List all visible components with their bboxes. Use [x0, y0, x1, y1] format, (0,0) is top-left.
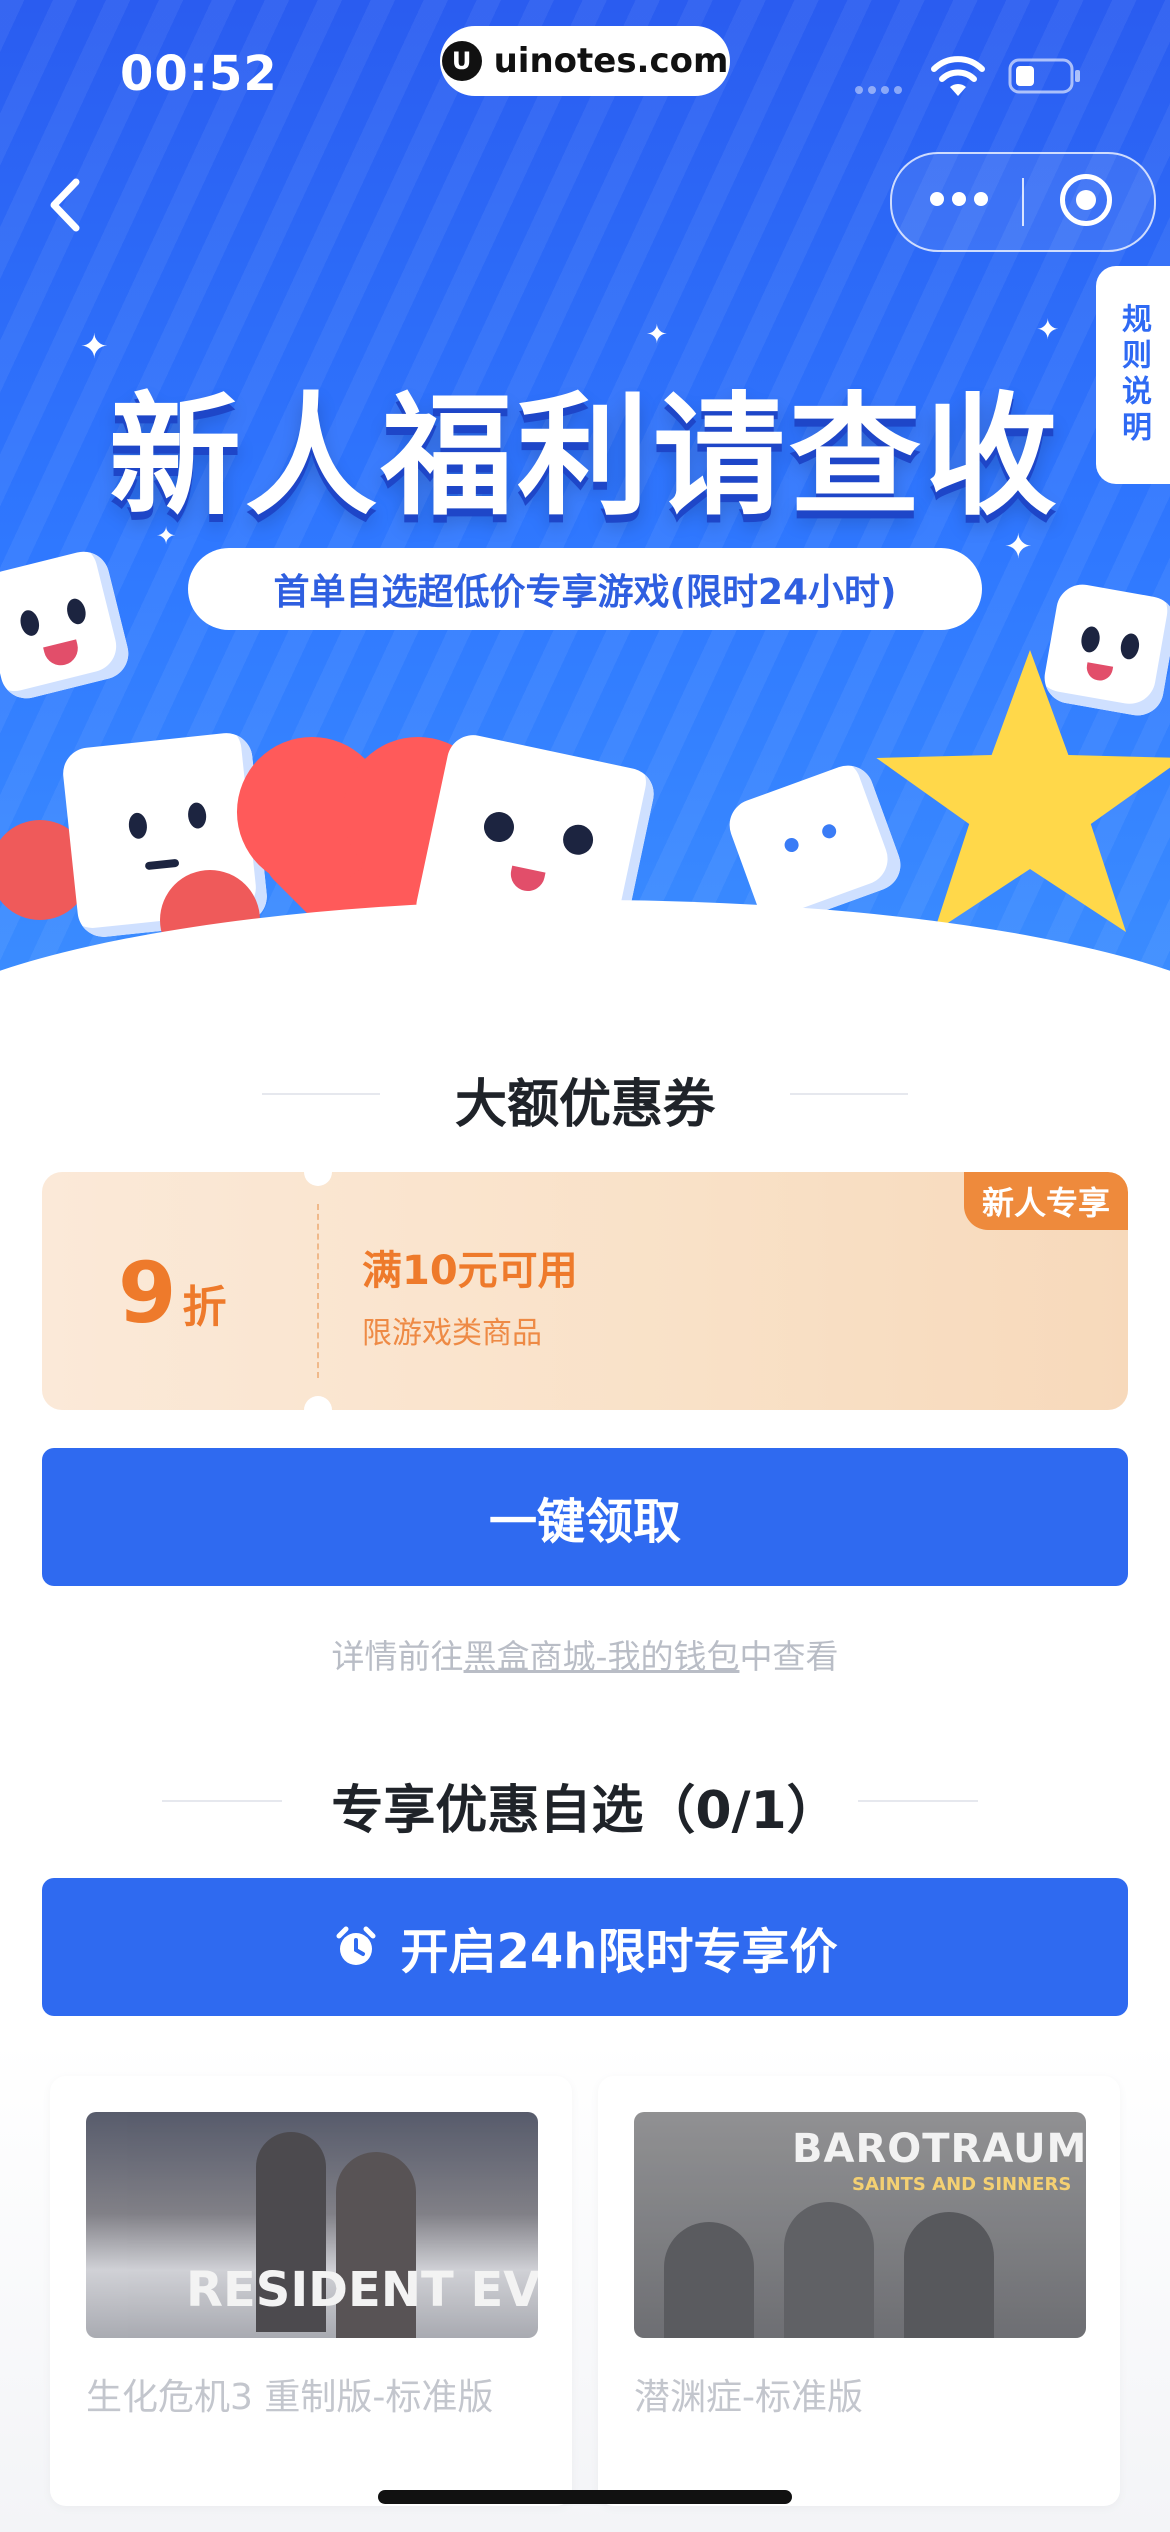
coupon-section-title: 大额优惠券: [454, 1075, 715, 1135]
wifi-icon: [931, 56, 985, 96]
hero-title: 新人福利请查收: [109, 380, 1061, 534]
hint-prefix: 详情前往: [331, 1637, 464, 1676]
status-time: 00:52: [120, 46, 278, 102]
game-cover-image: BAROTRAUMA SAINTS AND SINNERS: [634, 2112, 1086, 2338]
game-cover-title: RESIDENT EVIL 3: [186, 2262, 538, 2318]
cube-mascot-icon: [1040, 580, 1170, 720]
coupon-discount-unit: 折: [182, 1282, 227, 1333]
game-card[interactable]: RESIDENT EVIL 3 生化危机3 重制版-标准版: [50, 2076, 572, 2506]
start-timer-button[interactable]: 开启24h限时专享价: [42, 1878, 1128, 2016]
sparkle-icon: ✦: [1036, 313, 1060, 346]
hint-suffix: 中查看: [739, 1637, 839, 1676]
coupon-card: 9折 满10元可用 限游戏类商品 新人专享: [42, 1172, 1128, 1410]
game-cover-image: RESIDENT EVIL 3: [86, 2112, 538, 2338]
coupon-notch: [304, 1396, 332, 1410]
divider-line: [858, 1800, 978, 1802]
claim-all-label: 一键领取: [488, 1494, 681, 1550]
game-name: 生化危机3 重制版-标准版: [86, 2377, 494, 2418]
wallet-link[interactable]: 黑盒商城-我的钱包: [464, 1637, 740, 1676]
game-cover-subtitle: SAINTS AND SINNERS: [852, 2174, 1072, 2195]
game-cover-title: BAROTRAUMA: [792, 2126, 1086, 2172]
hero-subtitle: 首单自选超低价专享游戏(限时24小时): [188, 548, 982, 630]
alarm-clock-icon: [336, 1926, 375, 1965]
coupon-notch: [304, 1172, 332, 1186]
battery-icon: [1008, 58, 1080, 94]
more-options-icon[interactable]: [930, 192, 988, 206]
hero-banner: 00:52 U uinotes.com 规则说明 ✦ ✦ ✦ ✦ ✦ 新人福利请…: [0, 0, 1170, 1000]
close-mini-program-icon[interactable]: [1060, 174, 1112, 226]
mini-program-capsule: [890, 152, 1156, 252]
signal-icon: [855, 86, 902, 94]
wallet-hint: 详情前往黑盒商城-我的钱包中查看: [0, 1630, 1170, 1678]
coupon-condition: 满10元可用: [362, 1248, 578, 1294]
game-card[interactable]: BAROTRAUMA SAINTS AND SINNERS 潜渊症-标准版: [598, 2076, 1120, 2506]
site-logo-icon: U: [441, 41, 482, 81]
exclusive-section-title: 专享优惠自选（0/1）: [331, 1781, 839, 1841]
divider-line: [790, 1093, 908, 1095]
home-indicator[interactable]: [378, 2490, 792, 2504]
coupon-discount: 9折: [118, 1244, 226, 1342]
cube-mascot-icon: [0, 546, 134, 704]
new-user-badge: 新人专享: [963, 1172, 1128, 1230]
coupon-discount-value: 9: [118, 1244, 177, 1342]
coupon-divider: [317, 1204, 319, 1378]
start-timer-label: 开启24h限时专享价: [400, 1924, 838, 1980]
site-url: uinotes.com: [493, 41, 729, 81]
claim-all-button[interactable]: 一键领取: [42, 1448, 1128, 1586]
back-arrow-icon[interactable]: [36, 170, 96, 240]
coupon-scope: 限游戏类商品: [362, 1316, 542, 1351]
url-pill: U uinotes.com: [440, 26, 730, 96]
sparkle-icon: ✦: [646, 320, 668, 350]
game-name: 潜渊症-标准版: [634, 2377, 863, 2418]
capsule-divider: [1022, 178, 1024, 226]
